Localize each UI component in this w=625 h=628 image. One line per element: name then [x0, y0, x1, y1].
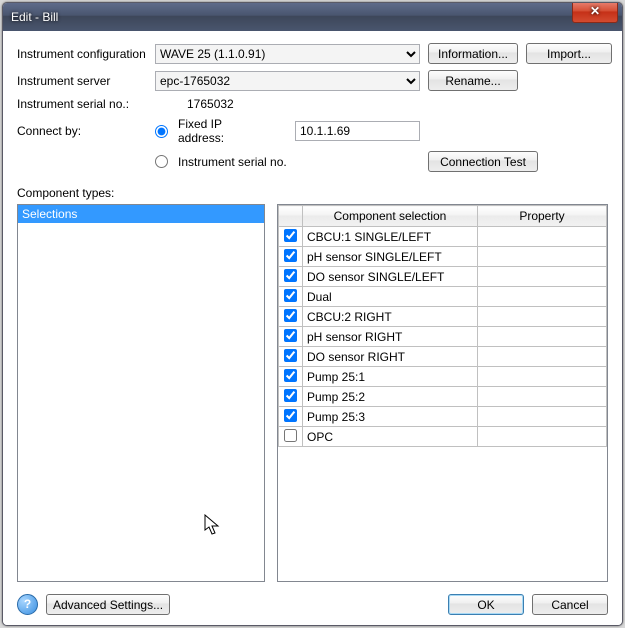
row-checkbox[interactable]	[284, 409, 297, 422]
serial-radio-row: Instrument serial no.	[155, 155, 420, 169]
serial-radio-label: Instrument serial no.	[178, 155, 287, 169]
connection-test-button[interactable]: Connection Test	[428, 151, 538, 172]
row-property	[478, 367, 607, 387]
row-property	[478, 427, 607, 447]
row-checkbox[interactable]	[284, 389, 297, 402]
instrument-config-select[interactable]: WAVE 25 (1.1.0.91)	[155, 44, 420, 64]
titlebar: Edit - Bill ✕	[3, 3, 622, 31]
row-component-name: pH sensor RIGHT	[303, 327, 478, 347]
row-component-name: Pump 25:3	[303, 407, 478, 427]
row-property	[478, 387, 607, 407]
col-property: Property	[478, 206, 607, 227]
row-property	[478, 327, 607, 347]
row-checkbox[interactable]	[284, 329, 297, 342]
row-property	[478, 347, 607, 367]
close-icon: ✕	[590, 4, 600, 18]
window-title: Edit - Bill	[11, 10, 58, 24]
information-button[interactable]: Information...	[428, 43, 518, 64]
rename-button[interactable]: Rename...	[428, 70, 518, 91]
instrument-config-label: Instrument configuration	[17, 47, 147, 61]
types-listbox[interactable]: Selections	[17, 204, 265, 582]
row-component-name: Pump 25:2	[303, 387, 478, 407]
cancel-button[interactable]: Cancel	[532, 594, 608, 615]
table-row: DO sensor SINGLE/LEFT	[279, 267, 607, 287]
types-list-item[interactable]: Selections	[18, 205, 264, 223]
table-row: pH sensor SINGLE/LEFT	[279, 247, 607, 267]
row-checkbox[interactable]	[284, 229, 297, 242]
dual-panel: Selections Component selection Property …	[17, 204, 608, 582]
row-checkbox[interactable]	[284, 309, 297, 322]
advanced-settings-button[interactable]: Advanced Settings...	[46, 594, 170, 615]
table-row: CBCU:2 RIGHT	[279, 307, 607, 327]
table-row: DO sensor RIGHT	[279, 347, 607, 367]
row-property	[478, 227, 607, 247]
table-row: OPC	[279, 427, 607, 447]
row-component-name: DO sensor SINGLE/LEFT	[303, 267, 478, 287]
component-table-wrap: Component selection Property CBCU:1 SING…	[277, 204, 608, 582]
row-checkbox[interactable]	[284, 289, 297, 302]
component-types-label: Component types:	[17, 186, 608, 200]
row-component-name: Pump 25:1	[303, 367, 478, 387]
row-checkbox[interactable]	[284, 269, 297, 282]
footer: ? Advanced Settings... OK Cancel	[17, 594, 608, 615]
serial-radio[interactable]	[155, 155, 168, 168]
table-row: Dual	[279, 287, 607, 307]
fixed-ip-row: Fixed IP address:	[155, 117, 420, 145]
row-component-name: OPC	[303, 427, 478, 447]
row-component-name: pH sensor SINGLE/LEFT	[303, 247, 478, 267]
table-row: Pump 25:2	[279, 387, 607, 407]
dialog-content: Instrument configuration WAVE 25 (1.1.0.…	[3, 31, 622, 625]
close-button[interactable]: ✕	[572, 3, 618, 23]
ip-address-input[interactable]	[295, 121, 420, 141]
form-grid: Instrument configuration WAVE 25 (1.1.0.…	[17, 43, 608, 172]
table-row: Pump 25:3	[279, 407, 607, 427]
instrument-serial-label: Instrument serial no.:	[17, 97, 147, 111]
edit-dialog: Edit - Bill ✕ Instrument configuration W…	[2, 2, 623, 626]
fixed-ip-label: Fixed IP address:	[178, 117, 271, 145]
help-icon[interactable]: ?	[17, 594, 38, 615]
col-component: Component selection	[303, 206, 478, 227]
row-component-name: CBCU:1 SINGLE/LEFT	[303, 227, 478, 247]
row-checkbox[interactable]	[284, 369, 297, 382]
row-property	[478, 407, 607, 427]
row-checkbox[interactable]	[284, 429, 297, 442]
row-property	[478, 287, 607, 307]
ok-button[interactable]: OK	[448, 594, 524, 615]
row-property	[478, 247, 607, 267]
row-property	[478, 307, 607, 327]
row-property	[478, 267, 607, 287]
row-component-name: Dual	[303, 287, 478, 307]
table-row: Pump 25:1	[279, 367, 607, 387]
row-component-name: DO sensor RIGHT	[303, 347, 478, 367]
col-check	[279, 206, 303, 227]
fixed-ip-radio[interactable]	[155, 125, 168, 138]
import-button[interactable]: Import...	[526, 43, 612, 64]
table-row: pH sensor RIGHT	[279, 327, 607, 347]
component-table: Component selection Property CBCU:1 SING…	[278, 205, 607, 447]
row-checkbox[interactable]	[284, 349, 297, 362]
instrument-server-select[interactable]: epc-1765032	[155, 71, 420, 91]
row-checkbox[interactable]	[284, 249, 297, 262]
instrument-server-label: Instrument server	[17, 74, 147, 88]
table-row: CBCU:1 SINGLE/LEFT	[279, 227, 607, 247]
instrument-serial-value: 1765032	[155, 97, 420, 111]
connect-by-label: Connect by:	[17, 124, 147, 138]
row-component-name: CBCU:2 RIGHT	[303, 307, 478, 327]
